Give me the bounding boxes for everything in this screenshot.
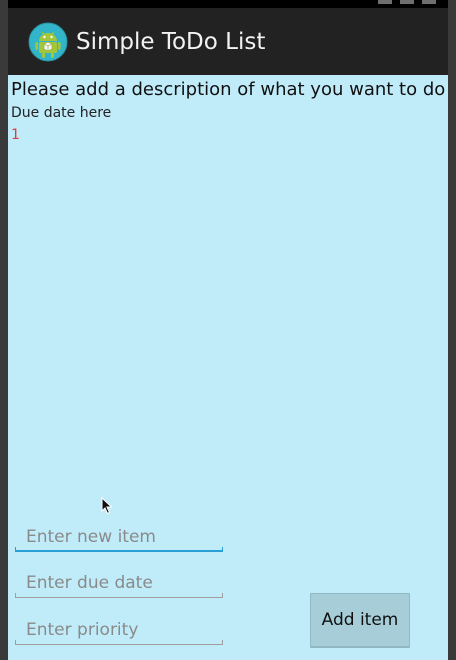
- priority-underline: [15, 640, 223, 645]
- priority-label: 1: [11, 127, 20, 143]
- priority-input[interactable]: [15, 615, 223, 645]
- clock-icon: [422, 0, 436, 4]
- due-date-field[interactable]: [15, 568, 223, 598]
- due-date-label: Due date here: [11, 105, 112, 121]
- description-label: Please add a description of what you wan…: [11, 79, 446, 100]
- mouse-pointer-icon: [101, 497, 113, 515]
- window-frame-left: [0, 0, 8, 660]
- window-frame-right: [448, 0, 456, 660]
- battery-icon: [400, 0, 414, 4]
- due-date-underline: [15, 593, 223, 598]
- due-date-input[interactable]: [15, 568, 223, 598]
- android-app-icon: [28, 22, 68, 61]
- new-item-input[interactable]: [15, 522, 223, 552]
- action-bar: Simple ToDo List: [8, 8, 448, 75]
- add-item-button[interactable]: Add item: [310, 593, 410, 647]
- new-item-underline: [15, 547, 223, 552]
- main-content: Please add a description of what you wan…: [8, 75, 448, 660]
- priority-field[interactable]: [15, 615, 223, 645]
- app-title: Simple ToDo List: [76, 28, 266, 55]
- new-item-field[interactable]: [15, 522, 223, 552]
- status-bar: [8, 0, 448, 8]
- signal-icon: [378, 0, 392, 4]
